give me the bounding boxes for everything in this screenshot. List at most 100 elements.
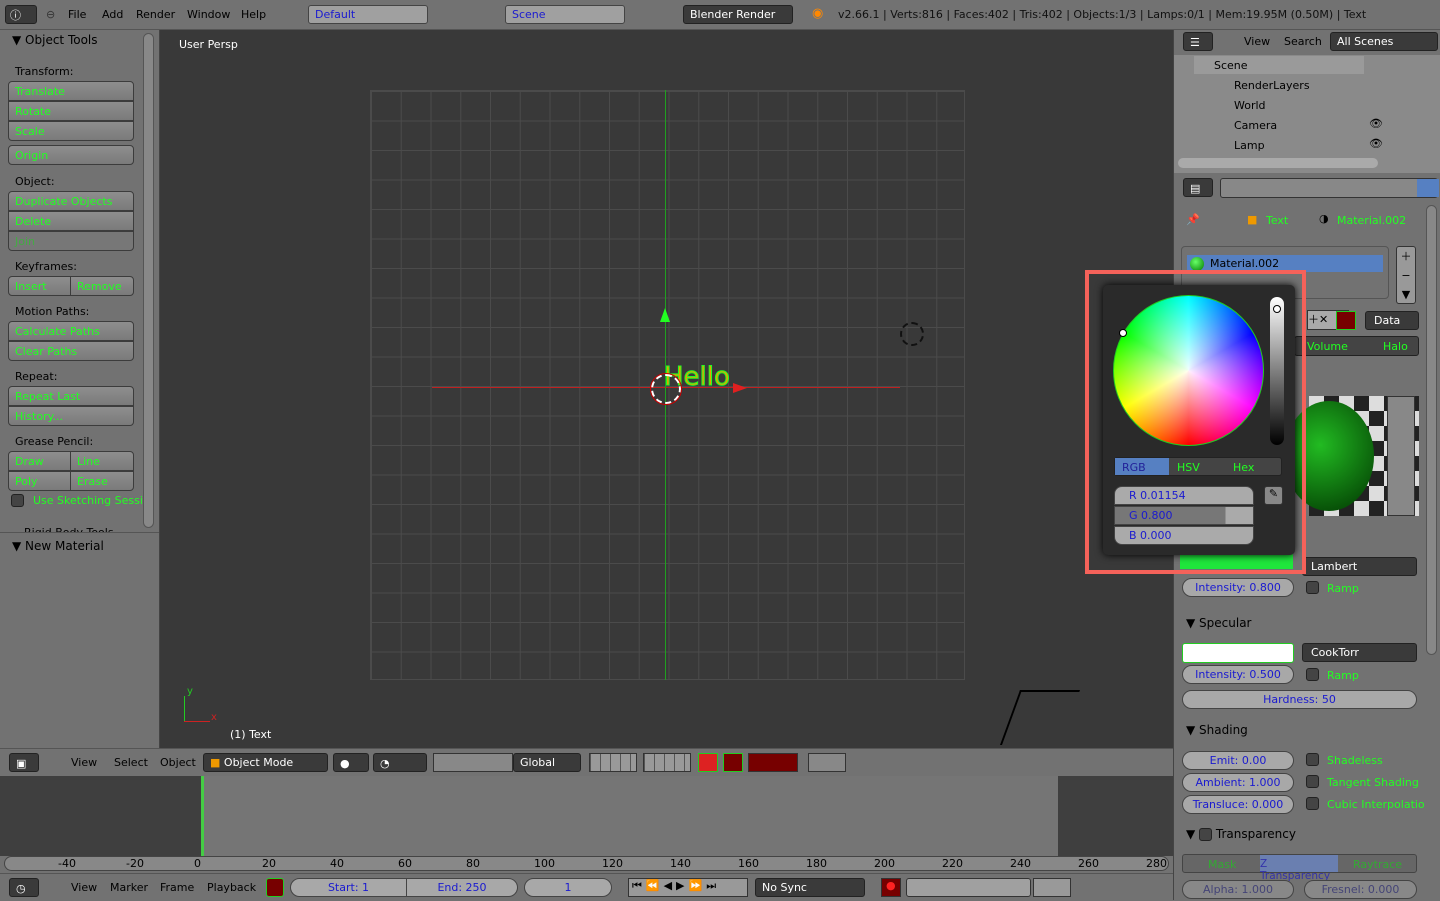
remove-keyframe-button[interactable]: Remove <box>70 276 134 296</box>
lamp-icon[interactable] <box>900 322 924 346</box>
outliner-camera[interactable]: Camera <box>1234 119 1277 132</box>
outliner-lamp[interactable]: Lamp <box>1234 139 1265 152</box>
end-frame-field[interactable]: End: 250 <box>406 878 518 897</box>
menu-help[interactable]: Help <box>241 8 266 21</box>
proportional-edit-icon[interactable] <box>723 753 743 772</box>
specular-shader-select[interactable]: CookTorr <box>1302 643 1417 662</box>
pivot-select[interactable]: ◔ <box>373 753 427 772</box>
specular-ramp-checkbox[interactable] <box>1306 668 1319 681</box>
start-frame-field[interactable]: Start: 1 <box>290 878 407 897</box>
timeline-ruler[interactable] <box>4 856 1169 871</box>
sketching-checkbox[interactable] <box>11 494 24 507</box>
menu-add[interactable]: Add <box>102 8 123 21</box>
erase-button[interactable]: Erase <box>70 471 134 491</box>
layers-group-1[interactable] <box>589 753 637 772</box>
transparency-header[interactable]: ▼ Transparency <box>1186 827 1296 841</box>
menu-file[interactable]: File <box>68 8 86 21</box>
properties-scrollbar[interactable] <box>1426 205 1437 655</box>
tab-volume[interactable]: Volume <box>1307 340 1348 353</box>
menu-render[interactable]: Render <box>136 8 175 21</box>
tangent-checkbox[interactable] <box>1306 775 1319 788</box>
manipulator-buttons[interactable] <box>433 753 513 772</box>
diffuse-shader-select[interactable]: Lambert <box>1302 557 1417 576</box>
history-button[interactable]: History... <box>8 406 134 426</box>
keyframe-buttons[interactable] <box>1033 878 1071 897</box>
timeline-editor-icon[interactable]: ◷ <box>9 878 39 897</box>
shading-select[interactable]: ● <box>333 753 369 772</box>
transparency-mode-tabs[interactable]: Mask Z Transparency Raytrace <box>1182 854 1417 882</box>
object-tools-header[interactable]: ▼ Object Tools <box>12 33 98 47</box>
keying-set-field[interactable] <box>906 878 1031 897</box>
poly-button[interactable]: Poly <box>8 471 71 491</box>
menu-object[interactable]: Object <box>160 756 196 769</box>
emit-slider[interactable]: Emit: 0.00 <box>1182 751 1294 770</box>
shading-header[interactable]: ▼ Shading <box>1186 723 1248 737</box>
cubic-checkbox[interactable] <box>1306 797 1319 810</box>
link-data-select[interactable]: Data <box>1365 311 1419 330</box>
tab-z-transparency[interactable]: Z Transparency <box>1260 855 1338 882</box>
eye-icon[interactable]: 👁 <box>1369 137 1383 150</box>
line-button[interactable]: Line <box>70 451 134 471</box>
transparency-checkbox[interactable] <box>1199 828 1213 841</box>
fresnel-slider[interactable]: Fresnel: 0.000 <box>1304 880 1417 899</box>
menu-view[interactable]: View <box>1244 35 1270 48</box>
draw-button[interactable]: Draw <box>8 451 71 471</box>
rotate-button[interactable]: Rotate <box>8 101 134 121</box>
layers-group-2[interactable] <box>643 753 691 772</box>
editor-type-icon[interactable]: ▣ <box>9 753 39 772</box>
y-arrow-icon[interactable] <box>660 308 670 322</box>
clear-paths-button[interactable]: Clear Paths <box>8 341 134 361</box>
menu-view[interactable]: View <box>71 756 97 769</box>
keying-icon[interactable] <box>266 878 284 897</box>
menu-window[interactable]: Window <box>187 8 230 21</box>
lock-layers-icon[interactable] <box>698 753 718 772</box>
collapse-icon[interactable]: ⊖ <box>46 8 55 21</box>
insert-keyframe-button[interactable]: Insert <box>8 276 71 296</box>
specular-header[interactable]: ▼ Specular <box>1186 616 1252 630</box>
tool-shelf-scrollbar[interactable] <box>143 33 154 528</box>
menu-select[interactable]: Select <box>114 756 148 769</box>
screen-layout-field[interactable]: Default <box>308 5 428 24</box>
scale-button[interactable]: Scale <box>8 121 134 141</box>
material-tab[interactable] <box>1417 179 1439 197</box>
menu-search[interactable]: Search <box>1284 35 1322 48</box>
mode-select[interactable]: ■ Object Mode <box>203 753 328 772</box>
outliner-filter-select[interactable]: All Scenes <box>1330 32 1438 51</box>
eye-icon[interactable]: 👁 <box>1369 117 1383 130</box>
diffuse-ramp-checkbox[interactable] <box>1306 581 1319 594</box>
alpha-slider[interactable]: Alpha: 1.000 <box>1182 880 1294 899</box>
menu-marker[interactable]: Marker <box>110 881 148 894</box>
duplicate-button[interactable]: Duplicate Objects <box>8 191 134 211</box>
preview-type-buttons[interactable] <box>1387 396 1415 516</box>
playback-controls[interactable]: ⏮⏪◀▶⏩⏭ <box>628 878 748 897</box>
tab-halo[interactable]: Halo <box>1383 340 1408 353</box>
sync-select[interactable]: No Sync <box>755 878 865 897</box>
x-arrow-icon[interactable] <box>733 383 747 393</box>
new-material-header[interactable]: ▼ New Material <box>12 539 104 553</box>
current-frame-line[interactable] <box>201 776 204 856</box>
material-type-tabs[interactable]: Volume Halo <box>1294 336 1419 356</box>
tab-mask[interactable]: Mask <box>1208 858 1236 871</box>
render-engine-select[interactable]: Blender Render <box>683 5 793 24</box>
outliner-world[interactable]: World <box>1234 99 1266 112</box>
record-button[interactable]: ● <box>881 878 901 897</box>
link-icon[interactable] <box>1336 311 1356 330</box>
timeline-area[interactable] <box>0 776 1173 856</box>
info-icon[interactable]: ⓘ <box>5 5 37 24</box>
specular-color-swatch[interactable] <box>1182 643 1294 663</box>
render-icons[interactable] <box>808 753 846 772</box>
snap-icon[interactable] <box>748 753 798 772</box>
properties-context-tabs[interactable] <box>1220 178 1439 198</box>
diffuse-intensity-slider[interactable]: Intensity: 0.800 <box>1182 578 1294 597</box>
outliner-renderlayers[interactable]: RenderLayers <box>1234 79 1310 92</box>
outliner-scrollbar[interactable] <box>1178 158 1378 168</box>
scene-field[interactable]: Scene <box>505 5 625 24</box>
translate-button[interactable]: Translate <box>8 81 134 101</box>
outliner-scene[interactable]: Scene <box>1214 59 1248 72</box>
pin-icon[interactable]: 📌 <box>1186 213 1200 226</box>
repeat-last-button[interactable]: Repeat Last <box>8 386 134 406</box>
hardness-slider[interactable]: Hardness: 50 <box>1182 690 1417 709</box>
menu-playback[interactable]: Playback <box>207 881 256 894</box>
menu-view[interactable]: View <box>71 881 97 894</box>
outliner-editor-icon[interactable]: ☰ <box>1183 32 1213 51</box>
